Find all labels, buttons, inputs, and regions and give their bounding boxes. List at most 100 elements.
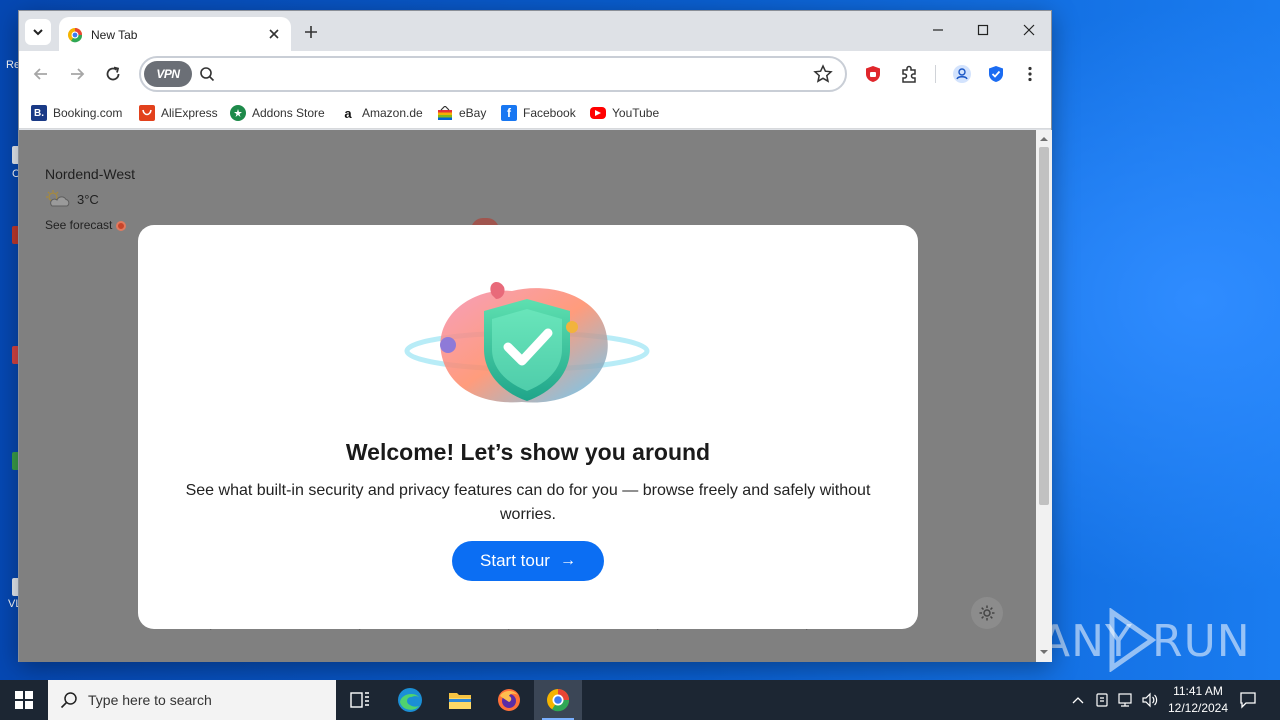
close-icon <box>269 29 279 39</box>
start-tour-button[interactable]: Start tour → <box>452 541 604 581</box>
dialog-description: See what built-in security and privacy f… <box>185 482 871 523</box>
bookmark-star-icon[interactable] <box>813 64 833 84</box>
scroll-thumb[interactable] <box>1039 147 1049 505</box>
speaker-icon <box>1142 692 1158 708</box>
minimize-icon <box>933 29 943 31</box>
start-button[interactable] <box>0 680 48 720</box>
maximize-button[interactable] <box>968 19 998 41</box>
bookmark-label: eBay <box>459 106 487 120</box>
folder-icon <box>449 693 471 709</box>
close-window-button[interactable] <box>1014 19 1044 41</box>
security-shield-illustration <box>404 281 650 403</box>
booking-icon: B. <box>31 105 47 121</box>
clock-date: 12/12/2024 <box>1167 701 1229 715</box>
show-hidden-icons-button[interactable] <box>1068 690 1088 710</box>
edge-icon <box>398 688 422 712</box>
notification-icon <box>1240 692 1256 709</box>
reload-button[interactable] <box>101 62 125 86</box>
tab-title: New Tab <box>91 28 138 42</box>
scroll-up-icon[interactable] <box>1040 135 1048 143</box>
toolbar: VPN <box>19 51 1051 97</box>
search-icon <box>60 692 77 709</box>
forward-button[interactable] <box>65 62 89 86</box>
bookmark-label: Amazon.de <box>362 106 423 120</box>
anyrun-watermark: ANY RUN <box>1040 608 1250 672</box>
amazon-icon: a <box>340 105 356 121</box>
page-scrollbar[interactable] <box>1036 130 1052 662</box>
browser-menu-button[interactable] <box>1019 63 1041 85</box>
new-tab-button[interactable] <box>301 22 321 42</box>
watermark-text-right: RUN <box>1152 616 1251 667</box>
taskbar-file-explorer[interactable] <box>436 680 484 720</box>
taskbar: Type here to search 11:41 AM 12/12/2024 <box>0 680 1280 720</box>
bookmark-aliexpress[interactable]: AliExpress <box>139 103 218 123</box>
bookmark-youtube[interactable]: YouTube <box>590 103 659 123</box>
tray-device-button[interactable] <box>1092 690 1112 710</box>
new-tab-page: Nordend-West 3°C See forecast Sponsored … <box>19 130 1036 662</box>
bookmarks-bar: B. Booking.com AliExpress Addons Store a… <box>19 97 1051 129</box>
extensions-button[interactable] <box>898 63 920 85</box>
bookmark-label: AliExpress <box>161 106 218 120</box>
search-icon <box>200 67 215 82</box>
vpn-toggle-button[interactable]: VPN <box>144 61 192 87</box>
facebook-icon: f <box>501 105 517 121</box>
taskbar-firefox[interactable] <box>485 680 533 720</box>
task-view-icon <box>350 692 369 708</box>
start-tour-label: Start tour <box>480 551 550 570</box>
bookmark-facebook[interactable]: f Facebook <box>501 103 576 123</box>
weather-temp-row: 3°C <box>45 190 165 208</box>
browser-taskbar-icon <box>547 689 570 712</box>
tab-strip: New Tab <box>19 11 1051 51</box>
profile-button[interactable] <box>951 63 973 85</box>
tab-close-button[interactable] <box>265 25 283 43</box>
firefox-icon <box>498 689 520 711</box>
task-view-button[interactable] <box>336 680 384 720</box>
bookmark-addons-store[interactable]: Addons Store <box>230 103 325 123</box>
dialog-title: Welcome! Let’s show you around <box>345 439 711 465</box>
arrow-right-icon <box>71 68 85 80</box>
bookmark-label: Facebook <box>523 106 576 120</box>
taskbar-browser-active[interactable] <box>534 680 582 720</box>
chevron-down-icon <box>33 29 43 36</box>
back-button[interactable] <box>29 62 53 86</box>
clock-time: 11:41 AM <box>1173 684 1223 698</box>
bookmark-booking[interactable]: B. Booking.com <box>31 103 122 123</box>
arrow-left-icon <box>33 68 47 80</box>
close-icon <box>1023 24 1035 36</box>
puzzle-icon <box>902 65 916 83</box>
red-shield-icon <box>866 66 880 82</box>
taskbar-search-placeholder: Type here to search <box>88 692 212 708</box>
kebab-menu-icon <box>1028 66 1032 82</box>
profile-avatar-icon <box>953 65 971 83</box>
play-logo-icon <box>1109 608 1156 672</box>
scroll-down-icon[interactable] <box>1040 648 1048 656</box>
browser-window: New Tab VPN B. Booking.com AliExpress Ad… <box>18 10 1052 662</box>
system-clock[interactable]: 11:41 AM 12/12/2024 <box>1160 683 1236 717</box>
tab-new-tab[interactable]: New Tab <box>59 17 291 51</box>
arrow-right-icon: → <box>559 552 576 569</box>
bookmark-ebay[interactable]: eBay <box>437 103 486 123</box>
see-forecast-link[interactable]: See forecast <box>45 218 127 232</box>
blue-shield-check-icon <box>989 66 1003 82</box>
bookmark-label: Booking.com <box>53 106 123 120</box>
notifications-button[interactable] <box>1238 690 1258 710</box>
forecast-indicator-icon <box>116 220 127 231</box>
page-settings-button[interactable] <box>971 597 1003 629</box>
aliexpress-icon <box>139 105 155 121</box>
tab-search-button[interactable] <box>25 19 51 45</box>
bookmark-amazon[interactable]: a Amazon.de <box>340 103 423 123</box>
network-icon <box>1118 693 1132 707</box>
taskbar-edge[interactable] <box>386 680 434 720</box>
volume-button[interactable] <box>1140 690 1160 710</box>
security-extension-button[interactable] <box>985 63 1007 85</box>
taskbar-search-box[interactable]: Type here to search <box>48 680 336 720</box>
network-button[interactable] <box>1116 690 1136 710</box>
address-bar[interactable]: VPN <box>139 56 847 92</box>
forecast-link-label: See forecast <box>45 218 113 232</box>
minimize-button[interactable] <box>923 19 953 41</box>
device-icon <box>1096 693 1108 707</box>
chevron-up-icon <box>1072 697 1084 704</box>
weather-widget[interactable]: Nordend-West 3°C See forecast <box>45 166 135 232</box>
address-input[interactable] <box>223 62 803 86</box>
adblock-shield-button[interactable] <box>862 63 884 85</box>
